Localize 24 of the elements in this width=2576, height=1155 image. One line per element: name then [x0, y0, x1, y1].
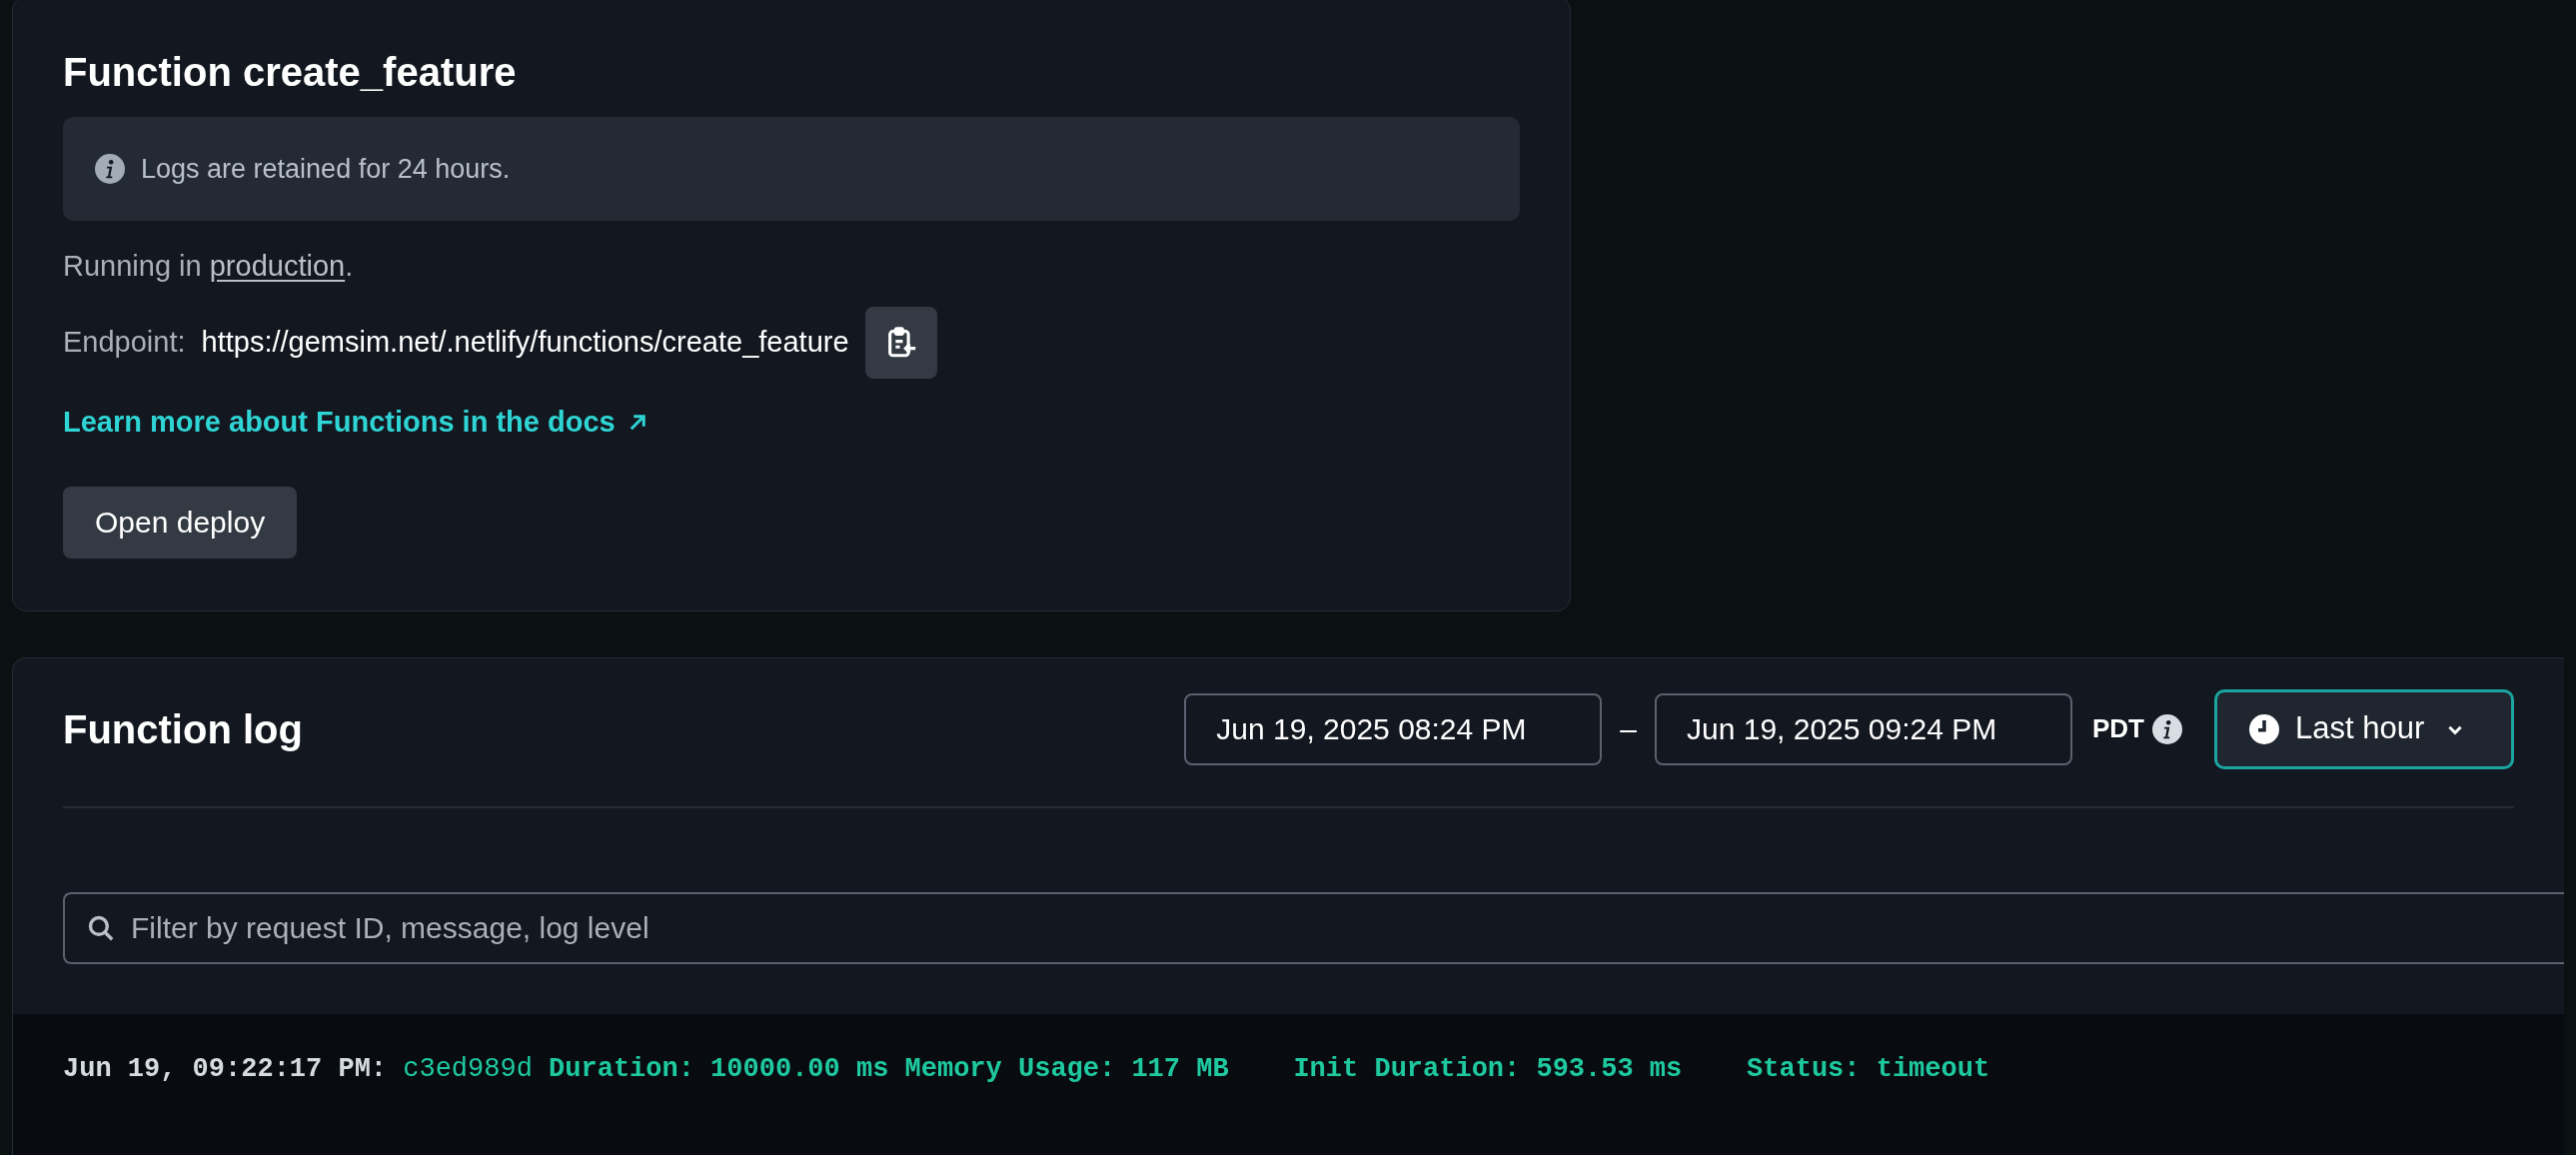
production-link[interactable]: production [209, 245, 346, 289]
log-timestamp: Jun 19, 09:22:17 PM: [63, 1053, 388, 1087]
search-icon [87, 913, 115, 942]
endpoint-label: Endpoint: [63, 325, 186, 361]
end-date-field[interactable]: Jun 19, 2025 09:24 PM [1655, 692, 2072, 765]
clock-icon [2249, 713, 2279, 744]
info-icon [2152, 713, 2182, 744]
start-date-field[interactable]: Jun 19, 2025 08:24 PM [1184, 692, 1603, 765]
notice-text: Logs are retained for 24 hours. [141, 152, 511, 186]
section-title: Function log [63, 705, 303, 753]
endpoint-url: https://gemsim.net/.netlify/functions/create_feature [201, 325, 849, 361]
info-icon [95, 154, 125, 184]
open-deploy-button[interactable]: Open deploy [63, 486, 298, 559]
copy-button[interactable] [864, 307, 937, 379]
timezone-label: PDT [2092, 712, 2144, 745]
request-id: c3ed989d [403, 1053, 533, 1087]
period-text: . [345, 249, 354, 285]
log-message: Duration: 10000.00 ms Memory Usage: 117 MB Init Duration: 593.53 ms Status: timeout [549, 1053, 1990, 1087]
card-title: Function create_feature [63, 49, 518, 96]
running-text: Running in [63, 249, 203, 285]
time-range-dropdown[interactable]: Last hour [2214, 688, 2514, 769]
range-dash: – [1619, 711, 1638, 747]
filter-field[interactable]: Filter by request ID, message, log level [63, 891, 2564, 964]
docs-link[interactable]: Learn more about Functions in the docs [63, 401, 647, 445]
